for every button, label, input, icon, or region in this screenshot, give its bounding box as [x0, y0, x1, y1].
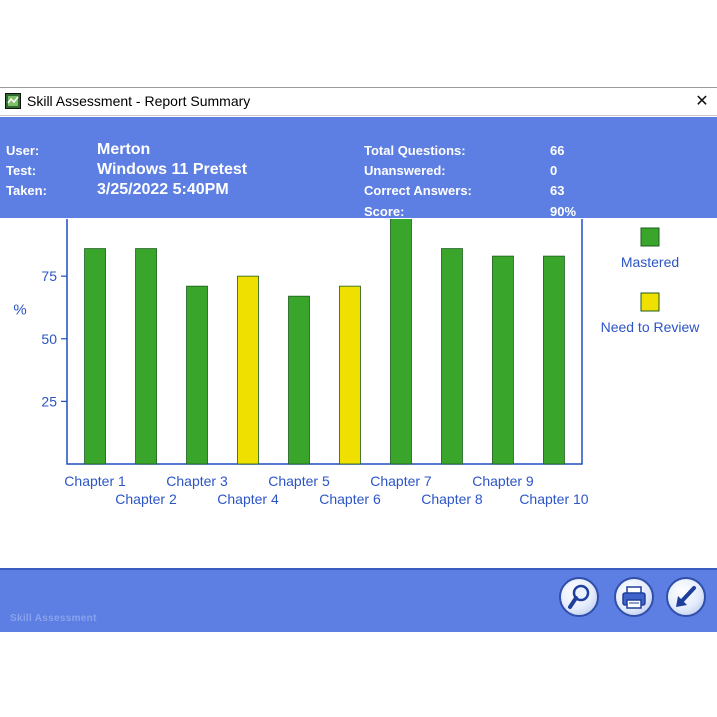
x-tick-label: Chapter 4: [217, 491, 279, 507]
legend-label: Mastered: [621, 254, 679, 270]
y-axis-label: %: [13, 302, 26, 319]
exit-button[interactable]: [666, 577, 706, 617]
brand-text: Skill Assessment: [10, 613, 97, 624]
bar-chapter-3: [186, 285, 208, 465]
bar-chapter-1: [84, 248, 106, 465]
bar-chapter-9: [492, 255, 514, 465]
unanswered-label: Unanswered:: [364, 163, 446, 178]
bar-chapter-7: [390, 213, 412, 465]
legend-label: Need to Review: [601, 319, 701, 335]
bar-chapter-8: [441, 248, 463, 465]
window-title: Skill Assessment - Report Summary: [27, 93, 251, 109]
correct-answers-label: Correct Answers:: [364, 183, 472, 198]
app-icon: [5, 93, 21, 109]
correct-answers-value: 63: [550, 183, 565, 198]
close-button[interactable]: ✕: [687, 88, 717, 115]
printer-icon: [622, 586, 646, 609]
total-questions-label: Total Questions:: [364, 143, 466, 158]
x-tick-label: Chapter 3: [166, 473, 228, 489]
summary-header: User: Merton Test: Windows 11 Pretest Ta…: [0, 117, 717, 219]
x-tick-label: Chapter 10: [519, 491, 588, 507]
y-tick-label: 50: [41, 331, 57, 347]
taken-label: Taken:: [6, 183, 47, 198]
report-window: Skill Assessment - Report Summary ✕ User…: [0, 87, 717, 632]
title-bar: Skill Assessment - Report Summary ✕: [0, 88, 717, 116]
x-tick-label: Chapter 5: [268, 473, 330, 489]
magnifier-icon: [568, 584, 590, 609]
y-tick-label: 75: [41, 268, 57, 284]
x-tick-label: Chapter 2: [115, 491, 177, 507]
test-value: Windows 11 Pretest: [97, 161, 248, 178]
bar-chapter-5: [288, 295, 310, 465]
view-details-button[interactable]: [559, 577, 599, 617]
footer-bar: Skill Assessment: [0, 568, 717, 632]
score-value: 90%: [550, 204, 577, 219]
unanswered-value: 0: [550, 163, 558, 178]
score-label: Score:: [364, 204, 405, 219]
bar-chapter-4: [237, 275, 259, 465]
y-tick-label: 100: [34, 219, 58, 222]
legend-swatch-mastered: [640, 227, 660, 247]
taken-value: 3/25/2022 5:40PM: [97, 181, 229, 198]
bar-chart: 25 50 75 100% Chapter 1 Chapter 2 Chapter 3 Cha…: [13, 200, 701, 507]
bar-chapter-10: [543, 255, 565, 465]
user-label: User:: [6, 143, 40, 158]
x-tick-label: Chapter 9: [472, 473, 534, 489]
bar-chapter-6: [339, 285, 361, 465]
chart-area: 25 50 75 100% Chapter 1 Chapter 2 Chapter 3 Cha…: [0, 200, 717, 567]
legend-swatch-need-to-review: [640, 292, 660, 312]
x-tick-label: Chapter 8: [421, 491, 483, 507]
total-questions-value: 66: [550, 143, 565, 158]
bar-chapter-2: [135, 248, 157, 465]
x-tick-label: Chapter 7: [370, 473, 432, 489]
print-button[interactable]: [614, 577, 654, 617]
test-label: Test:: [6, 163, 37, 178]
x-tick-label: Chapter 1: [64, 473, 126, 489]
x-tick-label: Chapter 6: [319, 491, 381, 507]
arrow-icon: [676, 586, 696, 607]
user-value: Merton: [97, 141, 151, 158]
y-tick-label: 25: [41, 393, 57, 409]
